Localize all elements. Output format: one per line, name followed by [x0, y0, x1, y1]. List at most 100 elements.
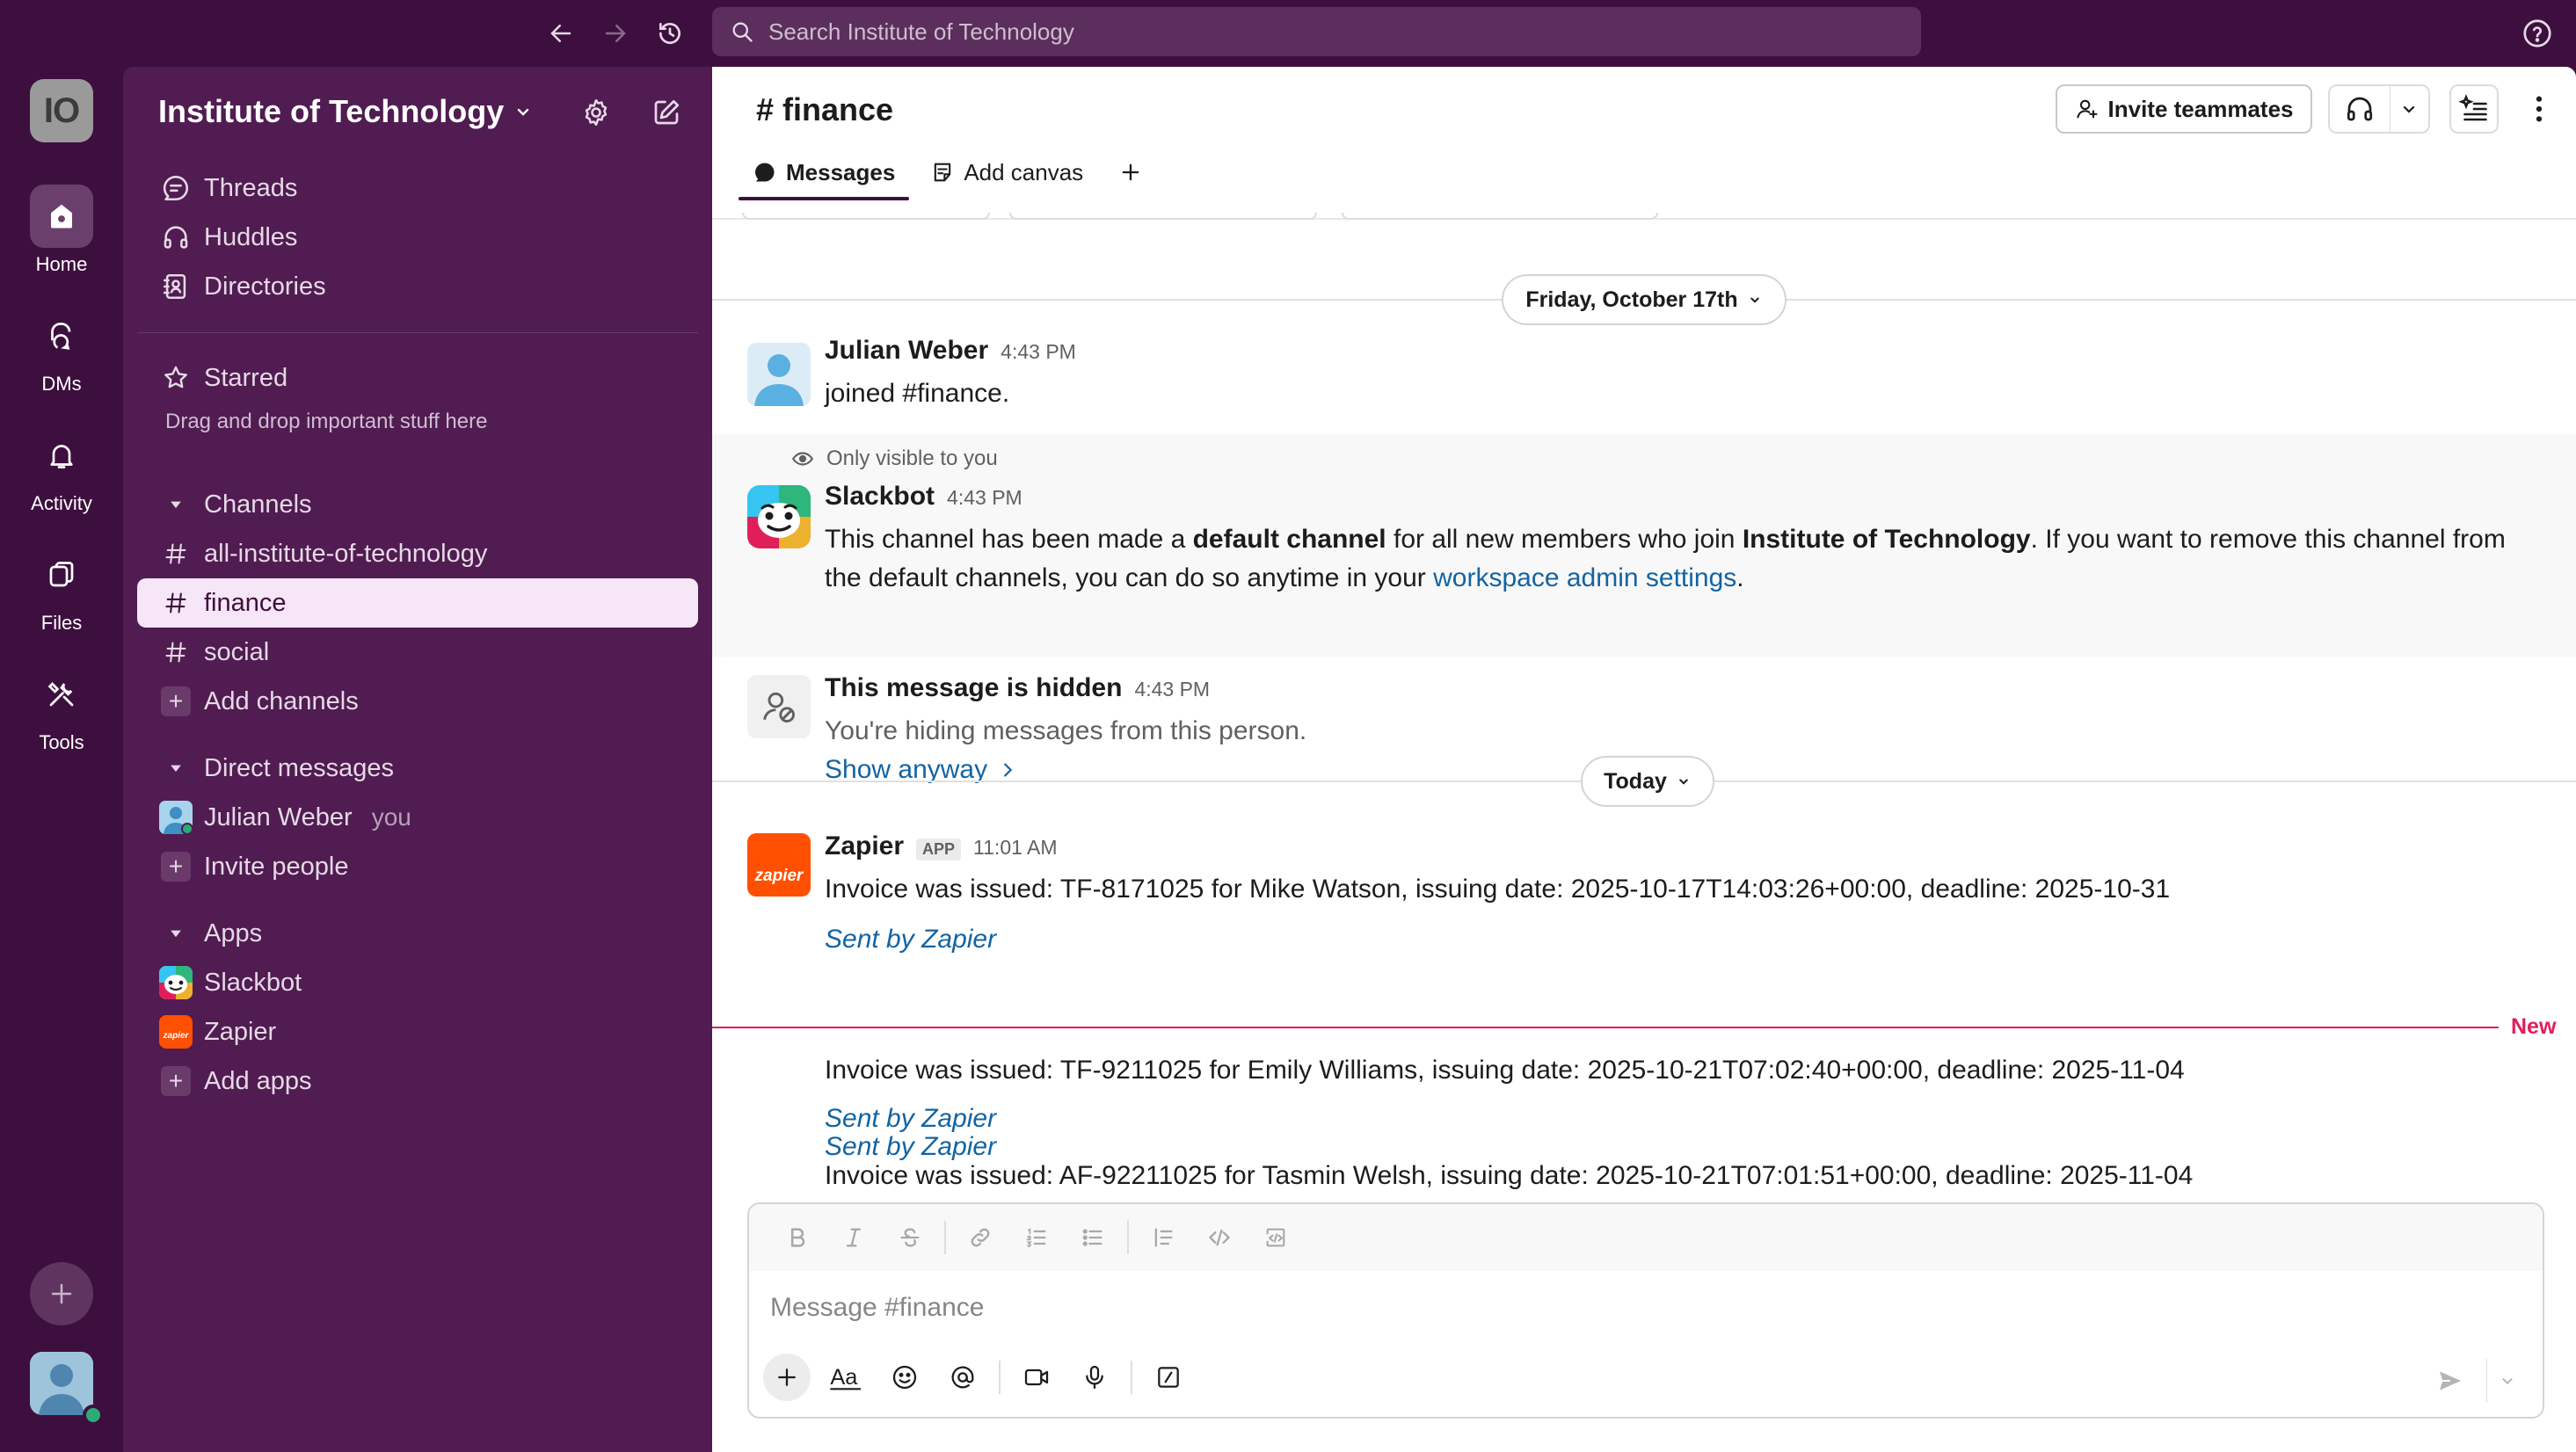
user-avatar[interactable] [30, 1352, 93, 1415]
chevron-down-icon[interactable] [2390, 86, 2428, 132]
tab-add-canvas[interactable]: Add canvas [916, 148, 1097, 197]
rail-activity[interactable]: Activity [0, 424, 123, 515]
video-icon[interactable] [1009, 1350, 1064, 1405]
workspace-name-menu[interactable]: Institute of Technology [158, 93, 534, 130]
message-time[interactable]: 11:01 AM [973, 836, 1057, 860]
zapier-avatar[interactable]: zapier [747, 833, 811, 897]
link-icon[interactable] [953, 1215, 1008, 1260]
rail-files[interactable]: Files [0, 543, 123, 635]
code-icon[interactable] [1192, 1215, 1247, 1260]
sent-by-zapier-link[interactable]: Sent by Zapier [825, 1132, 996, 1162]
emoji-icon[interactable] [877, 1350, 932, 1405]
sidebar-app-slackbot[interactable]: Slackbot [137, 958, 698, 1007]
italic-icon[interactable] [826, 1215, 881, 1260]
chevron-down-icon[interactable] [2486, 1359, 2527, 1403]
add-apps-button[interactable]: + Add apps [137, 1056, 698, 1106]
code-block-icon[interactable] [1248, 1215, 1303, 1260]
svg-text:Aa: Aa [830, 1365, 858, 1390]
sender-name[interactable]: Julian Weber [825, 336, 988, 366]
star-icon [158, 360, 193, 396]
app-label: Slackbot [204, 968, 302, 997]
slash-command-icon[interactable] [1141, 1350, 1196, 1405]
bold-icon[interactable] [770, 1215, 825, 1260]
sidebar-item-threads[interactable]: Threads [137, 163, 698, 213]
channel-view: # finance Invite teammates Messages Add … [712, 67, 2576, 1452]
sidebar-dm-julian-weber[interactable]: Julian Weber you [137, 793, 698, 842]
sidebar-item-label: Starred [204, 363, 288, 392]
microphone-icon[interactable] [1067, 1350, 1122, 1405]
workspace-admin-settings-link[interactable]: workspace admin settings [1433, 563, 1736, 592]
back-arrow-icon[interactable] [542, 14, 580, 53]
channels-section-toggle[interactable]: Channels [137, 480, 698, 529]
formatting-toolbar [749, 1204, 2543, 1271]
hash-icon [158, 585, 193, 621]
ordered-list-icon[interactable] [1009, 1215, 1064, 1260]
text-format-icon[interactable]: Aa [819, 1350, 874, 1405]
invite-people-button[interactable]: + Invite people [137, 842, 698, 891]
date-divider-friday[interactable]: Friday, October 17th [1502, 274, 1786, 325]
gear-icon[interactable] [573, 90, 619, 135]
message-time[interactable]: 4:43 PM [1134, 678, 1210, 701]
show-anyway-button[interactable]: Show anyway [825, 751, 1017, 789]
history-icon[interactable] [651, 14, 689, 53]
rail-tools[interactable]: Tools [0, 663, 123, 754]
directory-icon [158, 269, 193, 304]
plus-icon[interactable] [763, 1354, 811, 1401]
sender-name[interactable]: Zapier [825, 831, 904, 861]
text-part: . [1736, 563, 1744, 592]
caret-down-icon [158, 487, 193, 522]
huddle-button[interactable] [2328, 84, 2430, 134]
message-input[interactable] [770, 1283, 2520, 1332]
rail-dms[interactable]: DMs [0, 304, 123, 396]
send-icon[interactable] [2428, 1359, 2472, 1403]
sender-name[interactable]: Slackbot [825, 482, 935, 512]
workspace-name: Institute of Technology [158, 93, 505, 129]
compose-icon[interactable] [644, 90, 689, 135]
julian-avatar[interactable] [747, 343, 811, 406]
composer-actions: Aa [763, 1350, 1196, 1405]
rail-home[interactable]: Home [0, 185, 123, 276]
sidebar-item-starred[interactable]: Starred [137, 353, 698, 403]
more-vertical-icon[interactable] [2520, 84, 2558, 134]
hidden-message-text: You're hiding messages from this person. [825, 716, 1307, 745]
dms-section-label: Direct messages [204, 753, 394, 782]
sidebar-item-directories[interactable]: Directories [137, 262, 698, 311]
dms-section-toggle[interactable]: Direct messages [137, 744, 698, 793]
bulleted-list-icon[interactable] [1066, 1215, 1120, 1260]
ai-summary-icon[interactable] [2449, 84, 2499, 134]
apps-section-toggle[interactable]: Apps [137, 909, 698, 958]
channels-section-label: Channels [204, 490, 312, 519]
hash-icon [158, 536, 193, 571]
plus-icon [1122, 163, 1139, 181]
blockquote-icon[interactable] [1136, 1215, 1190, 1260]
sidebar-app-zapier[interactable]: zapier Zapier [137, 1007, 698, 1056]
sent-by-zapier-link[interactable]: Sent by Zapier [825, 1104, 996, 1134]
sent-by-zapier-link[interactable]: Sent by Zapier [825, 925, 996, 955]
message-text: joined #finance. [825, 379, 1010, 408]
workspace-badge[interactable]: IO [30, 79, 93, 142]
forward-arrow-icon[interactable] [596, 14, 635, 53]
strikethrough-icon[interactable] [883, 1215, 937, 1260]
add-channels-button[interactable]: + Add channels [137, 677, 698, 726]
date-divider-today[interactable]: Today [1581, 756, 1714, 807]
add-tab-button[interactable] [1104, 148, 1157, 197]
channel-title[interactable]: # finance [756, 91, 893, 128]
sidebar-channel-social[interactable]: social [137, 628, 698, 677]
sidebar-channel-finance[interactable]: finance [137, 578, 698, 628]
hidden-title: This message is hidden [825, 673, 1123, 702]
slackbot-avatar[interactable] [747, 485, 811, 548]
message-composer: Aa [747, 1202, 2544, 1419]
search-bar[interactable]: Search Institute of Technology [712, 7, 1921, 56]
message-time[interactable]: 4:43 PM [947, 486, 1022, 510]
message-time[interactable]: 4:43 PM [1001, 340, 1076, 364]
invite-teammates-button[interactable]: Invite teammates [2056, 84, 2312, 134]
sidebar-item-huddles[interactable]: Huddles [137, 213, 698, 262]
add-workspace-button[interactable] [30, 1262, 93, 1325]
tab-messages[interactable]: Messages [739, 148, 910, 200]
date-divider-label: Today [1604, 768, 1667, 794]
sidebar-channel-all-institute-of-technology[interactable]: all-institute-of-technology [137, 529, 698, 578]
text-part: for all new members who join [1386, 525, 1743, 554]
mention-icon[interactable] [935, 1350, 990, 1405]
help-icon[interactable] [2518, 14, 2557, 53]
sidebar-divider [137, 332, 698, 333]
